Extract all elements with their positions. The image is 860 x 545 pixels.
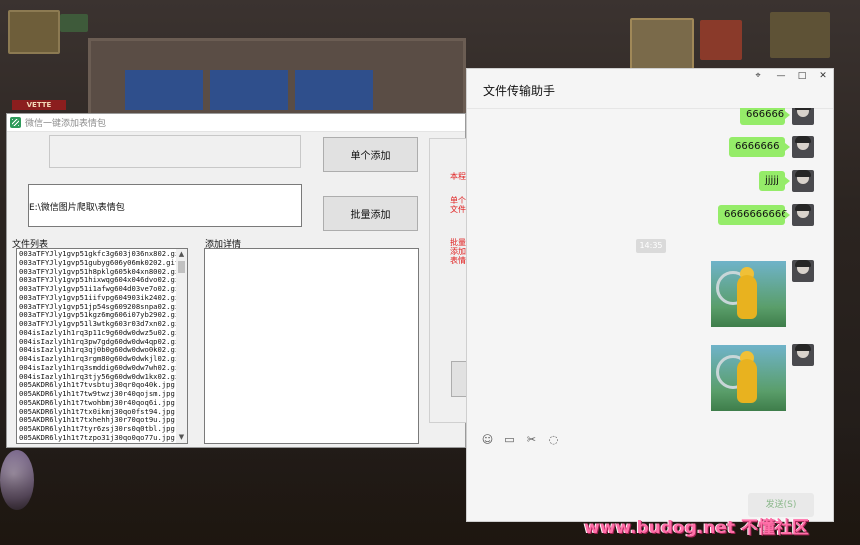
image-message[interactable] <box>711 345 786 411</box>
app-title: 微信一键添加表情包 <box>25 119 107 129</box>
maximize-icon[interactable]: □ <box>795 71 809 81</box>
chat-window: 文件传输助手 ⌖ — □ ✕ 666666 6666666 jjjjj 6666… <box>466 68 834 522</box>
scroll-up-icon[interactable]: ▲ <box>176 249 187 260</box>
message-bubble[interactable]: 6666666666 <box>718 205 790 225</box>
file-listbox[interactable]: 003aTFYJly1gvp51gkfc3g603j036nx802.gif 00… <box>16 248 188 444</box>
app-logo-icon <box>10 117 21 128</box>
note-line-1: 本程 <box>450 172 466 181</box>
detail-textbox[interactable] <box>204 248 419 444</box>
note-line-2: 单个 <box>450 196 466 205</box>
note-line-4: 批量 <box>450 238 466 247</box>
list-item[interactable]: 004isIazly1h1rq3rgm80g60dw0dwkjl02.gif <box>19 355 177 364</box>
list-item[interactable]: 005AKDR6ly1h1t7tw9twzj30r40qojsm.jpg <box>19 390 177 399</box>
emoji-icon[interactable]: ☺ <box>481 433 494 446</box>
app-titlebar[interactable]: 微信一键添加表情包 <box>7 114 465 132</box>
preview-box <box>49 135 301 168</box>
message-list[interactable]: 666666 6666666 jjjjj 6666666666 14:35 <box>467 108 833 433</box>
message-bubble[interactable]: 666666 <box>740 108 790 125</box>
sticker-app-window: 微信一键添加表情包 单个添加 E:\微信图片爬取\表情包 批量添加 文件列表 添… <box>6 113 469 448</box>
batch-add-button[interactable]: 批量添加 <box>323 196 418 231</box>
avatar[interactable] <box>792 136 814 158</box>
avatar[interactable] <box>792 108 814 125</box>
side-button[interactable] <box>451 361 467 397</box>
folder-path-text: E:\微信图片爬取\表情包 <box>29 203 125 213</box>
folder-icon[interactable]: ▭ <box>503 433 516 446</box>
list-item[interactable]: 003aTFYJly1gvp51i1afwg604d03ve7o02.gif <box>19 285 177 294</box>
poster-car <box>8 10 60 54</box>
scroll-thumb[interactable] <box>178 261 185 273</box>
avatar[interactable] <box>792 344 814 366</box>
list-item[interactable]: 003aTFYJly1gvp51l3wtkg603r03d7xn02.gif <box>19 320 177 329</box>
window-pane-3 <box>295 70 373 110</box>
list-item[interactable]: 005AKDR6ly1h1t7txhehhj30r70qot9u.jpg <box>19 416 177 425</box>
list-item[interactable]: 005AKDR6ly1h1t7tx0ikmj30qo0fst94.jpg <box>19 408 177 417</box>
note-line-3: 文件 <box>450 205 466 214</box>
avatar[interactable] <box>792 204 814 226</box>
avatar[interactable] <box>792 170 814 192</box>
message-bubble[interactable]: 6666666 <box>729 137 790 157</box>
note-line-5: 添加 <box>450 247 466 256</box>
poster-top-right <box>770 12 830 58</box>
poster-red <box>700 20 742 60</box>
minimize-icon[interactable]: — <box>774 71 788 81</box>
list-item[interactable]: 005AKDR6ly1h1t7tzpo31j30qo0qo77u.jpg <box>19 434 177 443</box>
image-figure <box>737 275 757 319</box>
scissors-icon[interactable]: ✂ <box>525 433 538 446</box>
list-item[interactable]: 004isIazly1h1rq3pw7gdg60dw0dw4qp02.gif <box>19 338 177 347</box>
avatar[interactable] <box>792 260 814 282</box>
list-item[interactable]: 003aTFYJly1gvp51hixwqg604x046dvo02.gif <box>19 276 177 285</box>
message-input[interactable] <box>477 453 823 489</box>
list-item[interactable]: 005AKDR6ly1h1t7tyr6zsj30rs0q0tbl.jpg <box>19 425 177 434</box>
message-bubble[interactable]: jjjjj <box>759 171 790 191</box>
note-line-6: 表情 <box>450 256 466 265</box>
list-item[interactable]: 004isIazly1h1rq3smddig60dw0dw7wh02.gif <box>19 364 177 373</box>
file-list: 003aTFYJly1gvp51gkfc3g603j036nx802.gif 00… <box>17 249 187 443</box>
message-timestamp: 14:35 <box>636 239 666 253</box>
list-item[interactable]: 003aTFYJly1gvp51jp54sg609208snpa02.gif <box>19 303 177 312</box>
pin-icon[interactable]: ⌖ <box>751 71 765 81</box>
image-message[interactable] <box>711 261 786 327</box>
file-list-scrollbar[interactable]: ▲ ▼ <box>176 249 187 443</box>
list-item[interactable]: 005AKDR6ly1h1t7twohbmj30r40qoq6i.jpg <box>19 399 177 408</box>
close-icon[interactable]: ✕ <box>816 71 830 81</box>
list-item[interactable]: 003aTFYJly1gvp51gkfc3g603j036nx802.gif <box>19 250 177 259</box>
poster-green <box>60 14 88 32</box>
chat-toolbar: ☺ ▭ ✂ ◌ <box>481 433 560 446</box>
window-pane-1 <box>125 70 203 110</box>
list-item[interactable]: 003aTFYJly1gvp51gubyg606y06mk0202.gif <box>19 259 177 268</box>
corvette-sign: VETTE <box>12 100 66 110</box>
single-add-button[interactable]: 单个添加 <box>323 137 418 172</box>
list-item[interactable]: 003aTFYJly1gvp51h8pklg605k04xn8002.gif <box>19 268 177 277</box>
poster-framed <box>630 18 694 72</box>
list-item[interactable]: 003aTFYJly1gvp51iifvpg604903ik2402.gif <box>19 294 177 303</box>
window-pane-2 <box>210 70 288 110</box>
chat-header: 文件传输助手 ⌖ — □ ✕ <box>467 69 833 109</box>
site-watermark: www.budog.net 不懂社区 <box>584 518 809 538</box>
list-item[interactable]: 005AKDR6ly1h1t7tvsbtuj30qr0qo40k.jpg <box>19 381 177 390</box>
list-item[interactable]: 003aTFYJly1gvp51kgz6mg606i07yb2902.gif <box>19 311 177 320</box>
scroll-down-icon[interactable]: ▼ <box>176 432 187 443</box>
chat-bubble-icon[interactable]: ◌ <box>547 433 560 446</box>
chat-title: 文件传输助手 <box>483 84 556 98</box>
image-figure <box>737 359 757 403</box>
list-item[interactable]: 004isIazly1h1rq3qj0b0g60dw0dwo0k02.gif <box>19 346 177 355</box>
list-item[interactable]: 004isIazly1h1rq3tjy56g60dw0dw1kx02.gif <box>19 373 177 382</box>
list-item[interactable]: 004isIazly1h1rq3p11c9g60dw0dwz5u02.gif <box>19 329 177 338</box>
